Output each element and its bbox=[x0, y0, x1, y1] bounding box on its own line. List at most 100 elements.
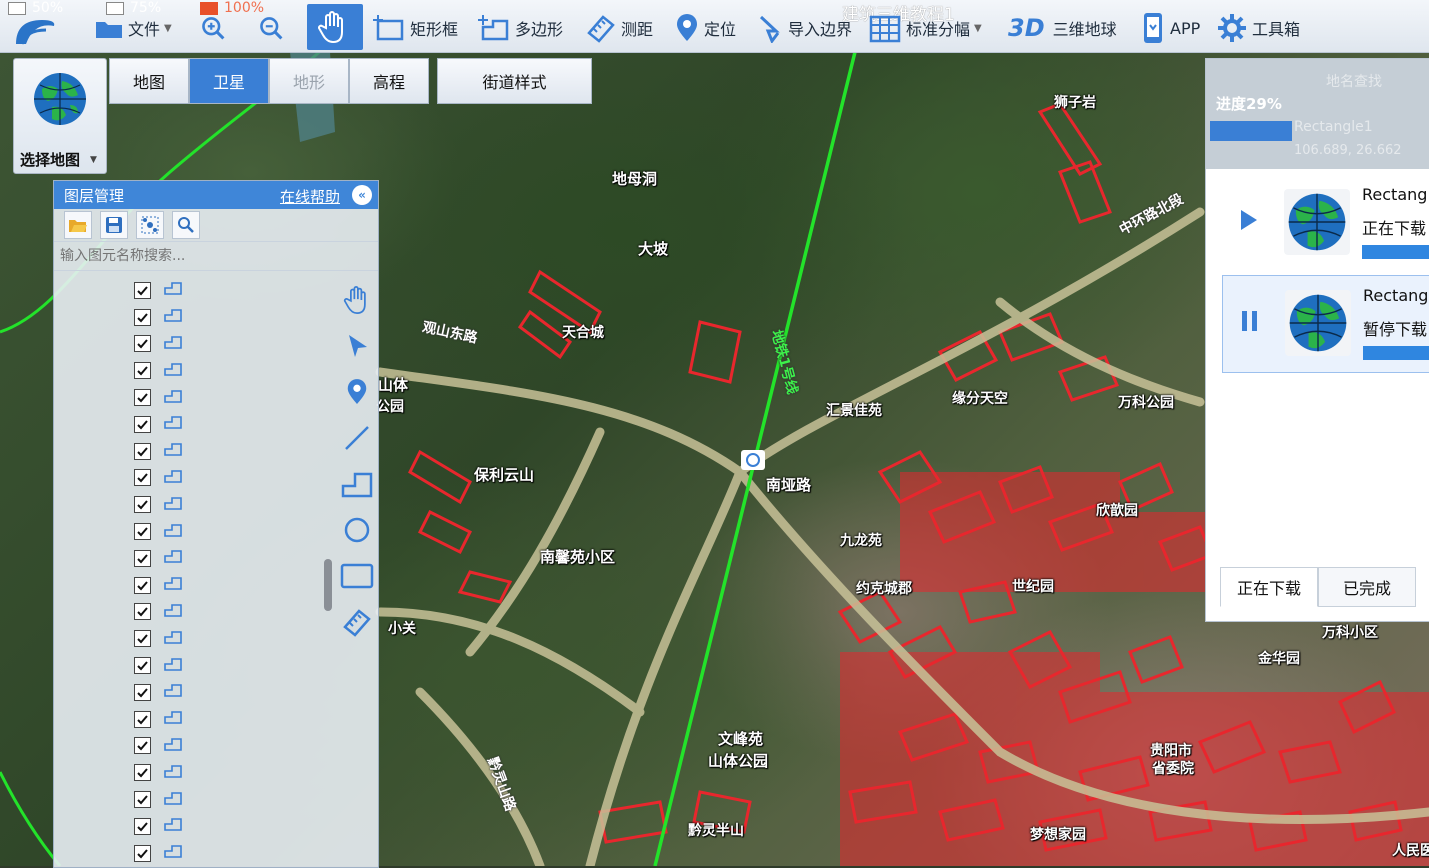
metro-station-icon[interactable] bbox=[741, 450, 765, 470]
zoom-out-button[interactable] bbox=[258, 10, 288, 46]
layer-checkbox[interactable] bbox=[134, 576, 151, 594]
layer-list-scrollbar[interactable] bbox=[324, 559, 332, 611]
layer-checkbox[interactable] bbox=[134, 442, 151, 460]
layer-checkbox[interactable] bbox=[134, 817, 151, 835]
layer-row[interactable] bbox=[134, 277, 334, 304]
layer-row[interactable] bbox=[134, 813, 334, 840]
select-features-button[interactable] bbox=[136, 211, 164, 239]
layer-checkbox[interactable] bbox=[134, 308, 151, 326]
layer-checkbox[interactable] bbox=[134, 791, 151, 809]
rectangle-tool[interactable] bbox=[337, 553, 377, 599]
layer-checkbox[interactable] bbox=[134, 737, 151, 755]
tab-satellite[interactable]: 卫星 bbox=[189, 58, 269, 104]
layer-management-panel: 图层管理 在线帮助 « bbox=[53, 180, 379, 868]
layer-checkbox[interactable] bbox=[134, 603, 151, 621]
pause-button[interactable] bbox=[1239, 308, 1261, 338]
layer-checkbox[interactable] bbox=[134, 844, 151, 862]
faded-coords: 106.689, 26.662 bbox=[1294, 143, 1402, 158]
measure-tool[interactable] bbox=[337, 599, 377, 645]
open-folder-button[interactable] bbox=[64, 211, 92, 239]
download-item-status: 暂停下载 bbox=[1363, 320, 1428, 339]
layer-checkbox[interactable] bbox=[134, 362, 151, 380]
locate-button[interactable]: 定位 bbox=[674, 10, 736, 46]
globe-3d-button[interactable]: 3D 三维地球 bbox=[1008, 10, 1117, 46]
layer-panel-title: 图层管理 bbox=[64, 186, 125, 205]
layer-row[interactable] bbox=[134, 491, 334, 518]
layer-checkbox[interactable] bbox=[134, 496, 151, 514]
select-arrow-tool[interactable] bbox=[337, 323, 377, 369]
layer-checkbox[interactable] bbox=[134, 683, 151, 701]
map-label: 世纪园 bbox=[1012, 579, 1054, 595]
layer-row[interactable] bbox=[134, 572, 334, 599]
layer-row[interactable] bbox=[134, 786, 334, 813]
marker-tool[interactable] bbox=[337, 369, 377, 415]
search-button[interactable] bbox=[172, 211, 200, 239]
layer-checkbox[interactable] bbox=[134, 415, 151, 433]
tab-map[interactable]: 地图 bbox=[109, 58, 189, 104]
checkmark-icon bbox=[137, 473, 148, 483]
layer-row[interactable] bbox=[134, 411, 334, 438]
circle-tool[interactable] bbox=[337, 507, 377, 553]
collapse-panel-button[interactable]: « bbox=[352, 185, 372, 205]
layer-checkbox[interactable] bbox=[134, 389, 151, 407]
layer-checkbox[interactable] bbox=[134, 335, 151, 353]
save-button[interactable] bbox=[100, 211, 128, 239]
layer-row[interactable] bbox=[134, 357, 334, 384]
layer-row[interactable] bbox=[134, 652, 334, 679]
map-label: 天合城 bbox=[562, 325, 604, 341]
layer-row[interactable] bbox=[134, 706, 334, 733]
pan-tool[interactable] bbox=[337, 277, 377, 323]
layer-checkbox[interactable] bbox=[134, 523, 151, 541]
measure-button[interactable]: 测距 bbox=[585, 10, 653, 46]
polygon-select-button[interactable]: 多边形 bbox=[477, 10, 563, 46]
toolbox-button[interactable]: 工具箱 bbox=[1216, 10, 1300, 46]
layer-checkbox[interactable] bbox=[134, 549, 151, 567]
select-map-button[interactable]: 选择地图 ▼ bbox=[13, 58, 107, 174]
rectangle-select-button[interactable]: 矩形框 bbox=[372, 10, 458, 46]
layer-row[interactable] bbox=[134, 518, 334, 545]
layer-checkbox[interactable] bbox=[134, 657, 151, 675]
map-label: 贵阳市 bbox=[1150, 743, 1192, 759]
tab-elevation[interactable]: 高程 bbox=[349, 58, 429, 104]
layer-row[interactable] bbox=[134, 545, 334, 572]
layer-row[interactable] bbox=[134, 599, 334, 626]
file-menu[interactable]: 文件 ▼ bbox=[94, 10, 172, 46]
place-search-label: 地名查找 bbox=[1326, 74, 1382, 90]
import-boundary-button[interactable]: 导入边界 bbox=[758, 10, 852, 46]
layer-checkbox[interactable] bbox=[134, 281, 151, 299]
layer-row[interactable] bbox=[134, 759, 334, 786]
online-help-link[interactable]: 在线帮助 bbox=[280, 186, 340, 207]
layer-row[interactable] bbox=[134, 625, 334, 652]
open-folder-icon bbox=[69, 220, 87, 232]
app-logo-icon bbox=[12, 14, 56, 52]
app-button[interactable]: APP bbox=[1140, 10, 1200, 46]
layer-list bbox=[134, 277, 334, 867]
layer-row[interactable] bbox=[134, 304, 334, 331]
layer-row[interactable] bbox=[134, 679, 334, 706]
tab-downloading[interactable]: 正在下载 bbox=[1220, 567, 1318, 607]
map-label: 省委院 bbox=[1152, 761, 1194, 777]
line-tool[interactable] bbox=[337, 415, 377, 461]
download-item[interactable]: Rectang 正在下载 bbox=[1222, 175, 1429, 271]
layer-checkbox[interactable] bbox=[134, 764, 151, 782]
map-label: 文峰苑 bbox=[718, 730, 764, 748]
tab-terrain[interactable]: 地形 bbox=[269, 58, 349, 104]
polygon-tool[interactable] bbox=[337, 461, 377, 507]
pan-tool-button[interactable] bbox=[307, 4, 363, 50]
layer-row[interactable] bbox=[134, 840, 334, 867]
layer-search-input[interactable] bbox=[58, 247, 332, 265]
layer-row[interactable] bbox=[134, 384, 334, 411]
download-item[interactable]: Rectang 暂停下载 bbox=[1222, 275, 1429, 373]
layer-row[interactable] bbox=[134, 733, 334, 760]
play-button[interactable] bbox=[1238, 207, 1260, 237]
layer-checkbox[interactable] bbox=[134, 710, 151, 728]
layer-checkbox[interactable] bbox=[134, 630, 151, 648]
layer-checkbox[interactable] bbox=[134, 469, 151, 487]
layer-row[interactable] bbox=[134, 331, 334, 358]
standard-sheet-menu[interactable]: 标准分幅 ▼ bbox=[868, 10, 982, 46]
tab-completed[interactable]: 已完成 bbox=[1318, 567, 1416, 607]
street-style-button[interactable]: 街道样式 bbox=[437, 58, 592, 104]
layer-row[interactable] bbox=[134, 438, 334, 465]
layer-row[interactable] bbox=[134, 465, 334, 492]
zoom-in-button[interactable] bbox=[200, 10, 230, 46]
